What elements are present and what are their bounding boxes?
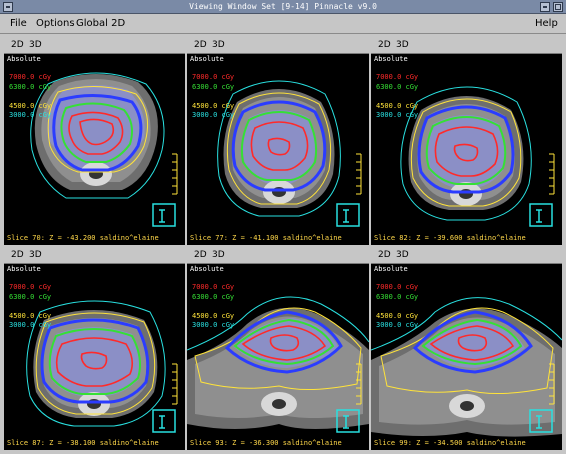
isodose-legend-item: 6300.0 cGy xyxy=(376,292,419,301)
isodose-legend: 7000.0 cGy 6300.0 cGy 4500.0 cGy 3000.0 … xyxy=(9,73,51,121)
isodose-legend-item: 4500.0 cGy xyxy=(9,311,52,320)
isodose-legend-item: 7000.0 cGy xyxy=(192,283,235,291)
window-menu-button[interactable] xyxy=(3,2,13,12)
isodose-legend-item: 3000.0 cGy xyxy=(376,111,419,119)
slice-label: Slice 82: Z = -39.600 saldino^elaine xyxy=(374,234,526,242)
menu-options[interactable]: Options xyxy=(36,18,75,29)
window-menu-icon xyxy=(6,6,10,8)
isodose-legend-item: 6300.0 cGy xyxy=(192,292,235,301)
isodose-legend-item xyxy=(9,92,51,102)
view-2d-button[interactable]: 2D xyxy=(378,40,391,50)
panel-toolbar: 2D 3D xyxy=(187,247,369,264)
isodose-legend: 7000.0 cGy 6300.0 cGy 4500.0 cGy 3000.0 … xyxy=(376,283,418,331)
isodose-legend-item: 4500.0 cGy xyxy=(376,311,419,320)
window-title: Viewing Window Set [9-14] Pinnacle v9.0 xyxy=(189,2,377,11)
view-mode-label: Absolute xyxy=(374,55,408,63)
view-mode-label: Absolute xyxy=(190,265,224,273)
view-2d-button[interactable]: 2D xyxy=(194,250,207,260)
isodose-legend: 7000.0 cGy 6300.0 cGy 4500.0 cGy 3000.0 … xyxy=(192,283,234,331)
isodose-legend-item xyxy=(9,302,51,312)
menu-help[interactable]: Help xyxy=(535,18,558,29)
view-panel-3: 2D 3D Absolute 7000.0 cGy 6300.0 cGy 450… xyxy=(371,37,562,245)
ct-dose-view[interactable]: Absolute 7000.0 cGy 6300.0 cGy 4500.0 cG… xyxy=(187,54,369,245)
isodose-legend-item: 7000.0 cGy xyxy=(9,283,52,291)
ct-dose-view[interactable]: Absolute 7000.0 cGy 6300.0 cGy 4500.0 cG… xyxy=(371,264,562,450)
view-panel-5: 2D 3D Absolute 7000.0 cGy 6300.0 cGy 450… xyxy=(187,247,369,450)
view-panel-4: 2D 3D Absolute 7000.0 cGy 6300.0 cGy 450… xyxy=(4,247,185,450)
slice-label: Slice 93: Z = -36.300 saldino^elaine xyxy=(190,439,342,447)
isodose-legend-item: 7000.0 cGy xyxy=(192,73,235,81)
view-mode-label: Absolute xyxy=(7,265,41,273)
view-3d-button[interactable]: 3D xyxy=(396,250,409,260)
isodose-legend-item: 4500.0 cGy xyxy=(192,311,235,320)
isodose-legend-item: 3000.0 cGy xyxy=(192,321,235,329)
isodose-legend-item: 7000.0 cGy xyxy=(9,73,52,81)
slice-label: Slice 70: Z = -43.200 saldino^elaine xyxy=(7,234,159,242)
view-3d-button[interactable]: 3D xyxy=(212,250,225,260)
isodose-legend-item xyxy=(192,92,234,102)
view-3d-button[interactable]: 3D xyxy=(212,40,225,50)
isodose-legend: 7000.0 cGy 6300.0 cGy 4500.0 cGy 3000.0 … xyxy=(376,73,418,121)
isodose-legend-item: 4500.0 cGy xyxy=(192,101,235,110)
isodose-legend-item: 6300.0 cGy xyxy=(9,292,52,301)
panel-toolbar: 2D 3D xyxy=(4,37,185,54)
menu-file[interactable]: File xyxy=(10,18,27,29)
view-2d-button[interactable]: 2D xyxy=(378,250,391,260)
panel-toolbar: 2D 3D xyxy=(187,37,369,54)
slice-label: Slice 99: Z = -34.500 saldino^elaine xyxy=(374,439,526,447)
isodose-legend-item: 6300.0 cGy xyxy=(192,82,235,91)
view-3d-button[interactable]: 3D xyxy=(29,250,42,260)
isodose-legend-item: 3000.0 cGy xyxy=(9,111,52,119)
ct-dose-view[interactable]: Absolute 7000.0 cGy 6300.0 cGy 4500.0 cG… xyxy=(4,54,185,245)
view-2d-button[interactable]: 2D xyxy=(11,250,24,260)
ct-dose-view[interactable]: Absolute 7000.0 cGy 6300.0 cGy 4500.0 cG… xyxy=(187,264,369,450)
ct-dose-view[interactable]: Absolute 7000.0 cGy 6300.0 cGy 4500.0 cG… xyxy=(4,264,185,450)
slice-label: Slice 87: Z = -38.100 saldino^elaine xyxy=(7,439,159,447)
isodose-legend-item: 4500.0 cGy xyxy=(376,101,419,110)
maximize-icon xyxy=(555,4,561,10)
panel-toolbar: 2D 3D xyxy=(371,247,562,264)
title-bar: Viewing Window Set [9-14] Pinnacle v9.0 xyxy=(0,0,566,14)
isodose-legend-item: 3000.0 cGy xyxy=(192,111,235,119)
isodose-legend-item xyxy=(192,302,234,312)
isodose-legend-item: 7000.0 cGy xyxy=(376,283,419,291)
isodose-legend-item xyxy=(376,302,418,312)
isodose-legend-item xyxy=(376,92,418,102)
panel-toolbar: 2D 3D xyxy=(371,37,562,54)
panel-toolbar: 2D 3D xyxy=(4,247,185,264)
view-panel-6: 2D 3D Absolute 7000.0 cGy 6300.0 cGy 450… xyxy=(371,247,562,450)
menu-bar: File Options Global 2D Help xyxy=(0,14,566,34)
isodose-legend-item: 4500.0 cGy xyxy=(9,101,52,110)
view-panel-1: 2D 3D Absolute 7000.0 cGy 6300.0 cGy 450… xyxy=(4,37,185,245)
menu-global-2d[interactable]: Global 2D xyxy=(76,18,125,29)
minimize-icon xyxy=(543,6,547,8)
isodose-legend: 7000.0 cGy 6300.0 cGy 4500.0 cGy 3000.0 … xyxy=(9,283,51,331)
view-mode-label: Absolute xyxy=(190,55,224,63)
slice-label: Slice 77: Z = -41.100 saldino^elaine xyxy=(190,234,342,242)
view-3d-button[interactable]: 3D xyxy=(396,40,409,50)
maximize-button[interactable] xyxy=(553,2,563,12)
view-3d-button[interactable]: 3D xyxy=(29,40,42,50)
view-2d-button[interactable]: 2D xyxy=(11,40,24,50)
view-mode-label: Absolute xyxy=(374,265,408,273)
isodose-legend-item: 6300.0 cGy xyxy=(9,82,52,91)
view-2d-button[interactable]: 2D xyxy=(194,40,207,50)
isodose-legend-item: 3000.0 cGy xyxy=(376,321,419,329)
view-panel-2: 2D 3D Absolute 7000.0 cGy 6300.0 cGy 450… xyxy=(187,37,369,245)
isodose-legend-item: 7000.0 cGy xyxy=(376,73,419,81)
isodose-legend: 7000.0 cGy 6300.0 cGy 4500.0 cGy 3000.0 … xyxy=(192,73,234,121)
view-mode-label: Absolute xyxy=(7,55,41,63)
ct-dose-view[interactable]: Absolute 7000.0 cGy 6300.0 cGy 4500.0 cG… xyxy=(371,54,562,245)
minimize-button[interactable] xyxy=(540,2,550,12)
isodose-legend-item: 3000.0 cGy xyxy=(9,321,52,329)
isodose-legend-item: 6300.0 cGy xyxy=(376,82,419,91)
